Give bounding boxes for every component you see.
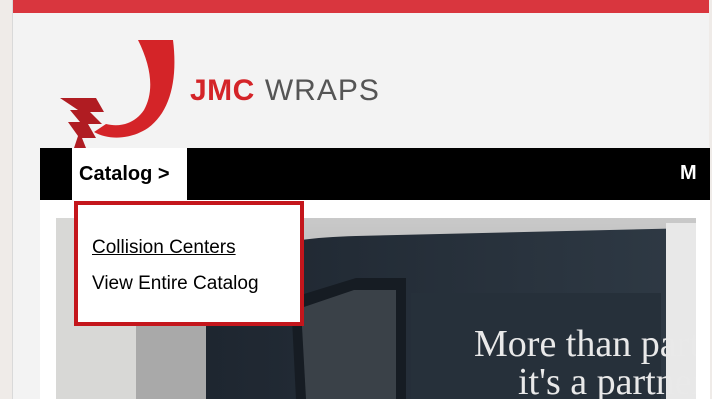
jmc-logo-mark-icon	[60, 40, 175, 148]
site-logo[interactable]: JMC WRAPS	[60, 40, 390, 150]
main-navigation: Catalog > M	[40, 148, 710, 200]
van-text-line1: More than parts	[474, 323, 696, 365]
top-accent-stripe	[13, 0, 709, 13]
brand-name-bold: JMC	[190, 74, 255, 107]
menu-item-view-entire-catalog[interactable]: View Entire Catalog	[92, 273, 259, 295]
van-text-line2: it's a partners	[518, 361, 696, 399]
brand-wordmark: JMC WRAPS	[190, 74, 380, 108]
nav-item-catalog[interactable]: Catalog >	[72, 148, 187, 200]
nav-item-next[interactable]: M	[680, 162, 697, 185]
brand-name-light: WRAPS	[264, 74, 380, 107]
menu-item-collision-centers[interactable]: Collision Centers	[92, 237, 236, 259]
catalog-dropdown-menu: Collision Centers View Entire Catalog	[74, 201, 304, 326]
